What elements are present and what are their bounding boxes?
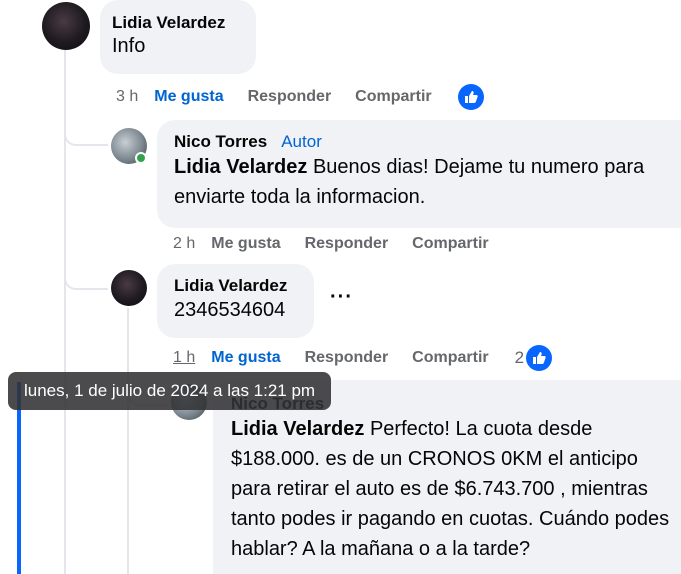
comment-timestamp[interactable]: 3 h: [116, 88, 138, 106]
like-thumb-icon[interactable]: [457, 84, 484, 110]
reply-button[interactable]: Responder: [305, 235, 389, 253]
timestamp-tooltip: lunes, 1 de julio de 2024 a las 1:21 pm: [8, 372, 332, 410]
comment-timestamp[interactable]: 1 h: [173, 349, 195, 367]
avatar[interactable]: [111, 270, 147, 306]
comment-bubble: Lidia Velardez 2346534604: [157, 264, 314, 338]
like-thumb-icon[interactable]: [526, 345, 553, 371]
comment-header: Nico Torres Autor: [174, 132, 675, 152]
thread-curve-lidia: [64, 262, 108, 290]
thread-line-sub: [127, 308, 129, 574]
comment-timestamp[interactable]: 2 h: [173, 235, 195, 253]
share-button[interactable]: Compartir: [355, 88, 431, 106]
comment-author[interactable]: Nico Torres: [174, 132, 267, 151]
reaction-count[interactable]: 2: [515, 348, 524, 368]
author-badge: Autor: [281, 132, 322, 151]
avatar[interactable]: [42, 2, 90, 50]
comment-actions: 1 h Me gusta Responder Compartir 2: [173, 345, 553, 371]
share-button[interactable]: Compartir: [412, 235, 488, 253]
mention-link[interactable]: Lidia Velardez: [231, 418, 364, 440]
share-button[interactable]: Compartir: [412, 349, 488, 367]
comment-text: 2346534604: [174, 299, 286, 321]
like-button[interactable]: Me gusta: [211, 235, 280, 253]
comment-bubble: Lidia Velardez Info: [100, 0, 256, 74]
more-options-icon[interactable]: ···: [330, 286, 353, 309]
comment-actions: 3 h Me gusta Responder Compartir: [116, 84, 484, 110]
reply-button[interactable]: Responder: [305, 349, 389, 367]
comment-text: Info: [112, 35, 146, 57]
comment-actions: 2 h Me gusta Responder Compartir: [173, 232, 515, 256]
comment-bubble: Nico Torres Autor Lidia Velardez Buenos d…: [157, 120, 681, 228]
focus-indicator: [17, 382, 21, 574]
comment-author[interactable]: Lidia Velardez: [174, 276, 302, 296]
comment-text: Lidia Velardez Perfecto! La cuota desde …: [231, 414, 681, 564]
mention-link[interactable]: Lidia Velardez: [174, 156, 307, 178]
like-button[interactable]: Me gusta: [154, 88, 223, 106]
comment-author[interactable]: Lidia Velardez: [112, 13, 244, 33]
online-status-icon: [135, 152, 147, 164]
comment-text: Lidia Velardez Buenos dias! Dejame tu nu…: [174, 152, 654, 212]
reply-button[interactable]: Responder: [248, 88, 332, 106]
thread-curve-nico: [64, 118, 108, 146]
like-button[interactable]: Me gusta: [211, 349, 280, 367]
